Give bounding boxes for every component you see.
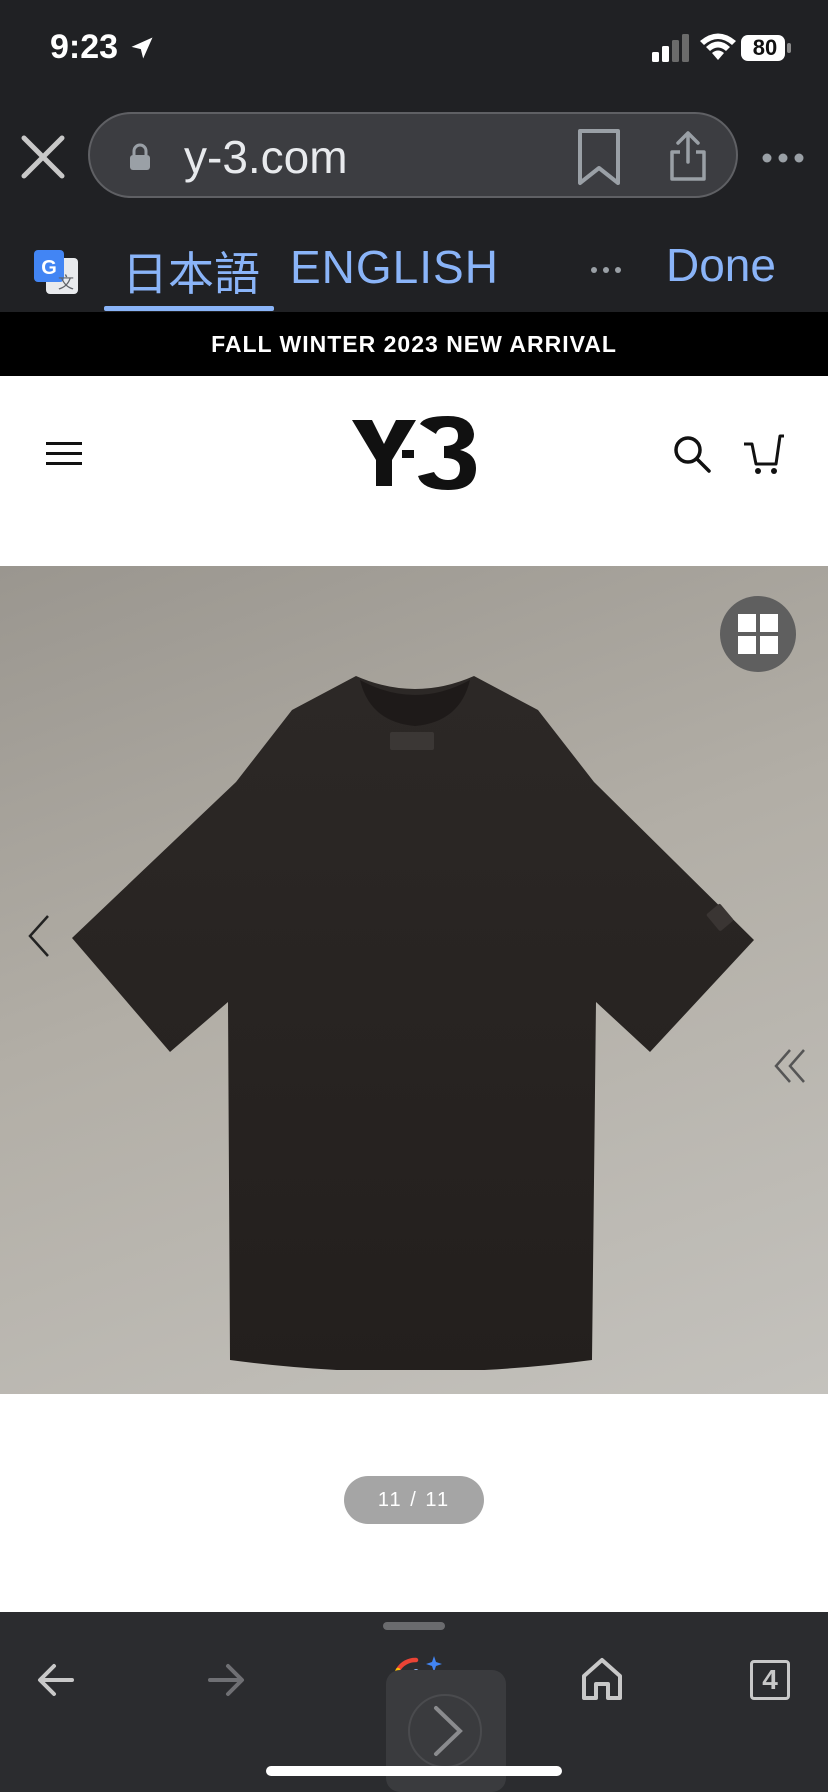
- translate-more-icon[interactable]: [590, 266, 622, 274]
- promo-banner[interactable]: FALL WINTER 2023 NEW ARRIVAL: [0, 312, 828, 376]
- svg-text:G: G: [41, 257, 57, 279]
- home-icon[interactable]: [580, 1656, 624, 1702]
- menu-icon[interactable]: [46, 440, 82, 468]
- product-image-tshirt: [72, 676, 754, 1370]
- gallery-counter: 11 / 11: [344, 1476, 484, 1524]
- back-icon[interactable]: [36, 1660, 76, 1700]
- y3-logo[interactable]: [350, 410, 480, 496]
- toolbar-grabber[interactable]: [383, 1622, 445, 1630]
- tab-count: 4: [762, 1664, 778, 1695]
- translate-lang-target[interactable]: ENGLISH: [290, 240, 499, 294]
- more-icon[interactable]: [762, 152, 804, 164]
- forward-icon[interactable]: [206, 1660, 246, 1700]
- selected-lang-indicator: [104, 306, 274, 311]
- lock-icon: [130, 143, 150, 170]
- grid-icon: [738, 614, 778, 654]
- signal-icon: [652, 34, 689, 62]
- share-icon[interactable]: [668, 130, 708, 182]
- google-translate-icon: G 文: [34, 250, 78, 294]
- chevron-left-icon[interactable]: [24, 912, 56, 960]
- search-icon[interactable]: [672, 434, 712, 474]
- bookmark-icon[interactable]: [576, 128, 622, 186]
- location-arrow-icon: [131, 37, 153, 59]
- svg-text:文: 文: [58, 273, 74, 292]
- cart-icon[interactable]: [742, 432, 784, 476]
- translate-lang-original[interactable]: 日本語: [122, 238, 260, 304]
- url-text[interactable]: y-3.com: [184, 130, 348, 184]
- translate-done-button[interactable]: Done: [666, 238, 776, 292]
- tabs-button[interactable]: 4: [750, 1660, 790, 1700]
- close-icon[interactable]: [20, 134, 66, 180]
- battery-percentage: 80: [752, 35, 778, 60]
- home-indicator: [266, 1766, 562, 1776]
- double-chevron-left-icon[interactable]: [772, 1046, 808, 1086]
- wifi-icon: [700, 33, 736, 60]
- chevron-right-icon[interactable]: [406, 1692, 484, 1770]
- status-time: 9:23: [50, 28, 119, 66]
